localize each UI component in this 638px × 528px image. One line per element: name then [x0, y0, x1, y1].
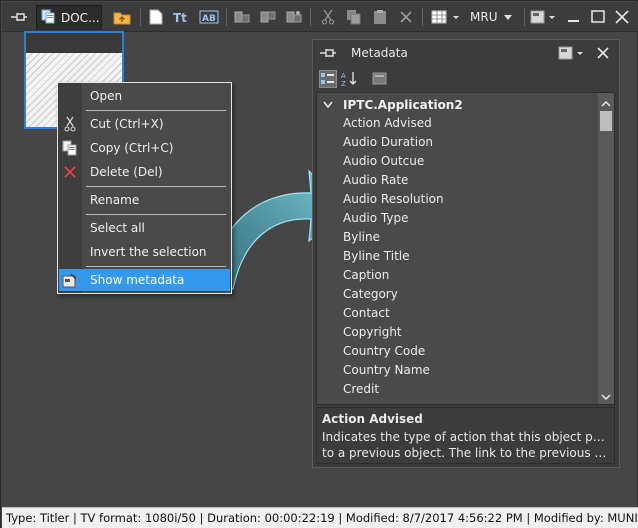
menu-separator: [86, 266, 226, 267]
align-left-icon[interactable]: [232, 7, 252, 27]
chevron-down-icon: [503, 10, 513, 24]
menu-item-label: Delete (Del): [90, 165, 163, 179]
tree-item[interactable]: Byline: [343, 228, 380, 247]
menu-item-label: Show metadata: [90, 273, 185, 287]
toolbar-separator: [310, 8, 311, 26]
metadata-icon: [62, 272, 78, 288]
svg-text:Tt: Tt: [173, 11, 187, 25]
cut-icon[interactable]: [318, 7, 338, 27]
tree-item[interactable]: Audio Duration: [343, 133, 433, 152]
toolbar-separator: [524, 8, 525, 26]
tree-item[interactable]: Byline Title: [343, 247, 410, 266]
text-style-icon[interactable]: Tt: [172, 7, 192, 27]
thumbnail-header: [26, 33, 122, 53]
chevron-down-icon[interactable]: [323, 98, 333, 112]
menu-item-invert-selection[interactable]: Invert the selection: [59, 241, 230, 263]
menu-item-label: Invert the selection: [90, 245, 207, 259]
metadata-tree: IPTC.Application2 Action Advised Audio D…: [316, 92, 615, 405]
metadata-panel-header: Metadata: [313, 40, 619, 68]
menu-separator: [86, 110, 226, 111]
tab-document[interactable]: DOC...: [36, 5, 102, 30]
panel-options-dropdown[interactable]: [558, 45, 586, 64]
mru-dropdown[interactable]: MRU: [470, 7, 520, 27]
close-icon[interactable]: [595, 45, 611, 64]
cut-icon: [62, 116, 78, 132]
context-menu: Open Cut (Ctrl+X) Copy (Ctrl+C) Delete (…: [57, 82, 232, 294]
tree-item[interactable]: Action Advised: [343, 114, 432, 133]
tab-document-label: DOC...: [61, 11, 100, 25]
svg-text:Z: Z: [341, 80, 346, 88]
menu-item-label: Select all: [90, 221, 145, 235]
close-icon[interactable]: [612, 7, 632, 27]
menu-item-delete[interactable]: Delete (Del): [59, 161, 230, 183]
new-document-icon[interactable]: [147, 7, 165, 27]
menu-item-rename[interactable]: Rename: [59, 189, 230, 211]
scrollbar-thumb[interactable]: [600, 111, 612, 131]
description-text: to a previous object. The link to the pr…: [322, 446, 609, 460]
description-title: Action Advised: [322, 412, 423, 426]
application-window: DOC... Tt AB MRU Open Cut (Ctrl+X) Copy …: [0, 0, 638, 528]
align-center-icon[interactable]: [258, 7, 278, 27]
tree-item[interactable]: Audio Resolution: [343, 190, 444, 209]
scroll-up-icon[interactable]: [601, 97, 611, 107]
toolbar-separator: [422, 8, 423, 26]
vertical-scrollbar[interactable]: [598, 93, 614, 404]
folder-up-icon[interactable]: [112, 7, 132, 27]
minimize-icon[interactable]: [564, 7, 584, 27]
tree-item[interactable]: Contact: [343, 304, 390, 323]
delete-icon[interactable]: [396, 7, 416, 27]
pin-icon[interactable]: [8, 7, 30, 27]
toolbar: DOC... Tt AB MRU: [2, 2, 638, 32]
tree-group-header[interactable]: IPTC.Application2: [323, 95, 463, 114]
menu-item-show-metadata[interactable]: Show metadata: [59, 269, 230, 291]
mru-label: MRU: [470, 10, 498, 24]
properties-dropdown[interactable]: [529, 7, 559, 27]
maximize-icon[interactable]: [588, 7, 608, 27]
toolbar-separator: [226, 8, 227, 26]
tree-item[interactable]: Audio Type: [343, 209, 408, 228]
status-text: Type: Titler | TV format: 1080i/50 | Dur…: [6, 511, 638, 525]
metadata-panel: Metadata AZ IPTC.Application2 Action Adv…: [312, 39, 620, 468]
menu-item-open[interactable]: Open: [59, 85, 230, 107]
description-text: Indicates the type of action that this o…: [322, 430, 609, 444]
tree-item[interactable]: Country Code: [343, 342, 425, 361]
property-description: Action Advised Indicates the type of act…: [316, 407, 615, 464]
svg-text:AB: AB: [202, 14, 216, 24]
menu-item-select-all[interactable]: Select all: [59, 217, 230, 239]
tree-item[interactable]: Audio Rate: [343, 171, 408, 190]
text-box-icon[interactable]: AB: [198, 7, 220, 27]
tree-item[interactable]: Country Name: [343, 361, 430, 380]
align-right-icon[interactable]: [284, 7, 304, 27]
status-bar: Type: Titler | TV format: 1080i/50 | Dur…: [2, 507, 638, 528]
categorized-view-icon[interactable]: [319, 70, 337, 88]
delete-icon: [62, 164, 78, 180]
menu-item-label: Open: [90, 89, 123, 103]
menu-separator: [86, 186, 226, 187]
tree-item[interactable]: Caption: [343, 266, 389, 285]
copy-icon[interactable]: [344, 7, 364, 27]
scroll-down-icon[interactable]: [601, 390, 611, 401]
copy-icon: [62, 140, 78, 156]
tree-item[interactable]: Credit: [343, 380, 379, 399]
tree-item[interactable]: Copyright: [343, 323, 402, 342]
tree-item[interactable]: Category: [343, 285, 398, 304]
menu-item-cut[interactable]: Cut (Ctrl+X): [59, 113, 230, 135]
paste-icon[interactable]: [370, 7, 390, 27]
pin-icon[interactable]: [319, 46, 337, 63]
menu-item-label: Rename: [90, 193, 140, 207]
menu-item-label: Cut (Ctrl+X): [90, 117, 164, 131]
property-pages-icon[interactable]: [371, 70, 389, 88]
view-grid-dropdown[interactable]: [430, 7, 464, 27]
svg-text:A: A: [341, 72, 346, 80]
menu-item-label: Copy (Ctrl+C): [90, 141, 174, 155]
metadata-panel-title: Metadata: [351, 46, 408, 60]
toolbar-separator: [140, 8, 141, 26]
documents-icon: [41, 9, 57, 28]
tree-group-label: IPTC.Application2: [343, 97, 463, 112]
menu-item-copy[interactable]: Copy (Ctrl+C): [59, 137, 230, 159]
tree-item[interactable]: Audio Outcue: [343, 152, 424, 171]
sort-alphabetical-icon[interactable]: AZ: [341, 70, 359, 88]
menu-separator: [86, 214, 226, 215]
metadata-panel-toolbar: AZ: [313, 68, 619, 90]
